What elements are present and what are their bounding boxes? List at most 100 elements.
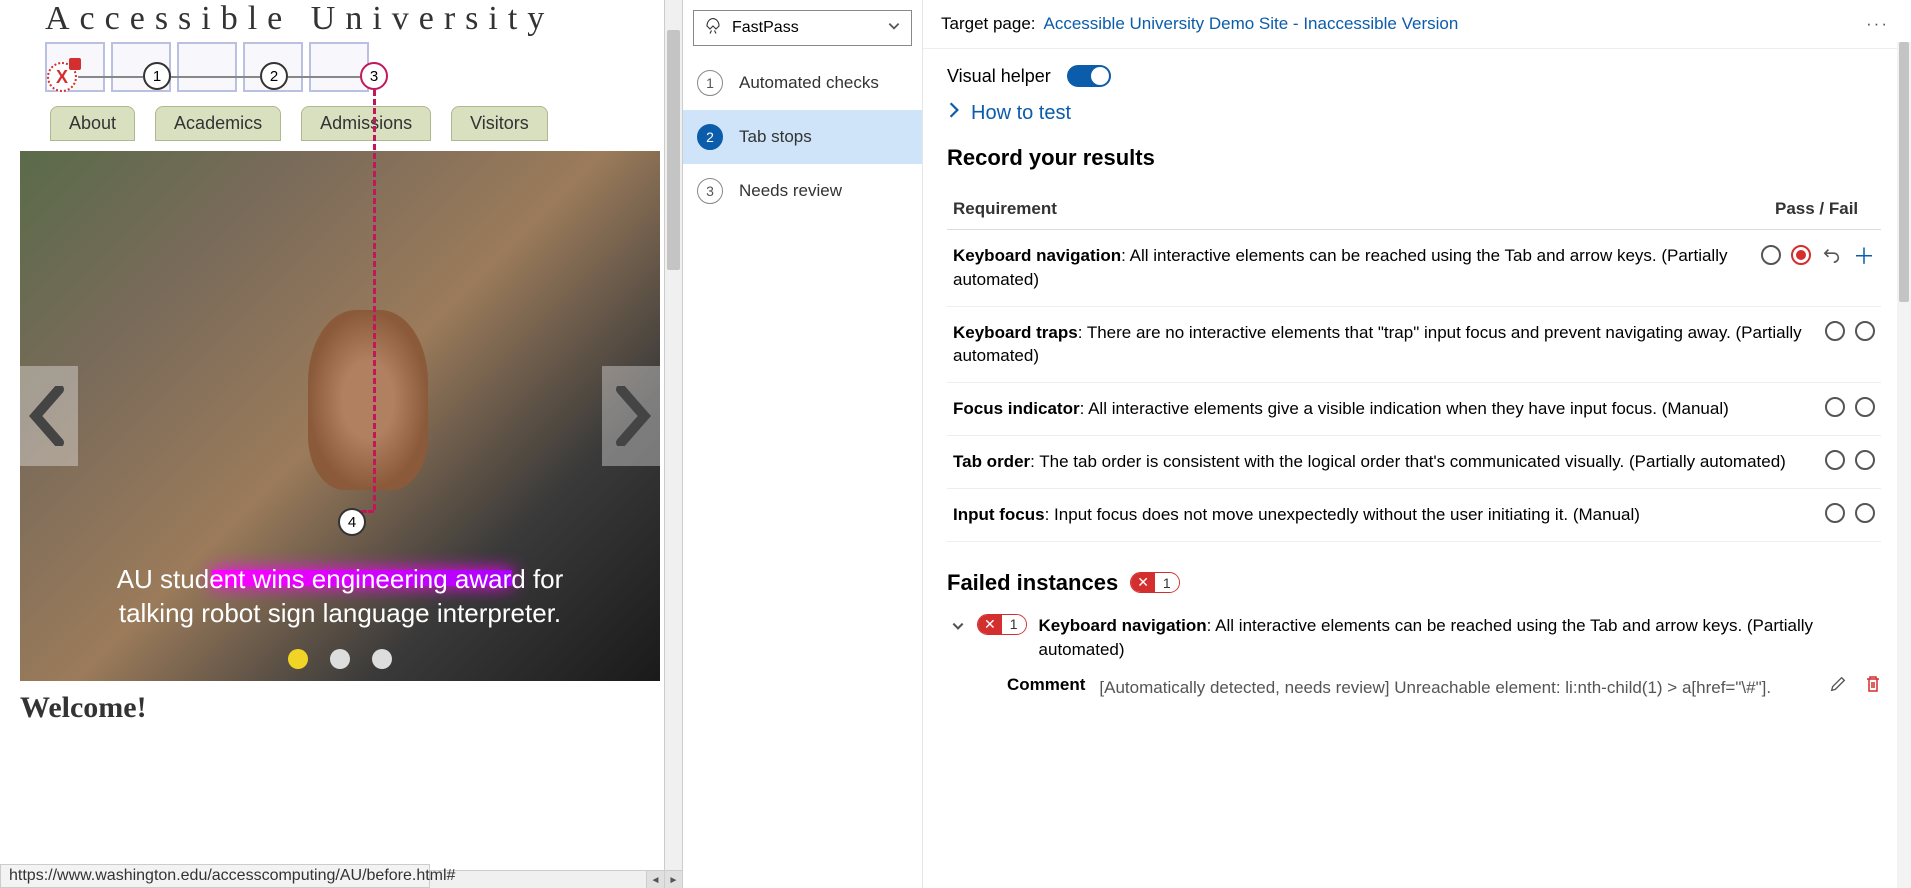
failed-instance-name: Keyboard navigation [1039,616,1207,635]
detail-body: Visual helper How to test Record your re… [923,49,1911,888]
tab-stop-marker: 1 [143,62,171,90]
requirement-desc: : Input focus does not move unexpectedly… [1045,505,1640,524]
how-to-test-expander[interactable]: How to test [947,101,1881,125]
requirement-name: Focus indicator [953,399,1080,418]
record-results-heading: Record your results [947,145,1881,171]
vertical-scrollbar[interactable] [1897,42,1911,888]
pass-radio[interactable] [1825,450,1845,470]
undo-button[interactable] [1821,244,1843,266]
nav-admissions[interactable]: Admissions [301,106,431,141]
vertical-scrollbar[interactable] [664,0,682,870]
requirement-name: Input focus [953,505,1045,524]
requirement-name: Keyboard traps [953,323,1078,342]
target-page-link[interactable]: Accessible University Demo Site - Inacce… [1044,14,1459,34]
logo-icon [309,42,369,92]
scroll-left-icon[interactable]: ◄ [646,871,664,888]
failed-instance-comment: Comment [Automatically detected, needs r… [947,675,1881,701]
carousel-dot[interactable] [330,649,350,669]
failed-instances-heading: Failed instances [947,570,1118,596]
requirement-desc: : All interactive elements give a visibl… [1080,399,1729,418]
requirements-header: Requirement Pass / Fail [947,189,1881,230]
dropdown-label: FastPass [732,19,799,37]
delete-button[interactable] [1865,675,1881,698]
fail-radio[interactable] [1855,321,1875,341]
comment-label: Comment [1007,675,1085,695]
site-logo-icons [20,42,662,106]
carousel-dot[interactable] [372,649,392,669]
carousel-next-button[interactable] [602,366,660,466]
pass-radio[interactable] [1825,397,1845,417]
tab-stop-marker: 2 [260,62,288,90]
chevron-right-icon [611,386,651,446]
x-icon: ✕ [978,615,1002,634]
failed-count-badge: ✕ 1 [1130,572,1180,593]
nav-visitors[interactable]: Visitors [451,106,548,141]
step-label: Automated checks [739,73,879,93]
fastpass-step[interactable]: 1 Automated checks [683,56,922,110]
fastpass-sidebar: FastPass 1 Automated checks 2 Tab stops 3 Nee… [683,0,923,888]
requirement-desc: : There are no interactive elements that… [953,323,1802,366]
requirement-column-header: Requirement [953,199,1775,219]
chevron-down-icon [887,19,901,38]
site-title: Accessible University [20,0,662,42]
fail-radio[interactable] [1855,397,1875,417]
carousel: AU student wins engineering award for ta… [20,151,660,681]
tab-stop-marker-current: 3 [360,62,388,90]
requirement-desc: : The tab order is consistent with the l… [1030,452,1786,471]
requirement-row: Focus indicator: All interactive element… [947,383,1881,436]
expand-button[interactable] [951,618,965,638]
fail-radio[interactable] [1855,503,1875,523]
tab-stop-unreachable-icon: X [47,62,77,92]
carousel-dot[interactable] [288,649,308,669]
chevron-right-icon [947,101,961,125]
site-nav: About Academics Admissions Visitors [20,106,662,151]
error-badge-icon [69,58,81,70]
failed-instance-row: ✕ 1 Keyboard navigation: All interactive… [947,614,1881,663]
carousel-dots [288,649,392,669]
add-instance-button[interactable]: ＋ [1853,244,1875,266]
fastpass-step[interactable]: 2 Tab stops [683,110,922,164]
visual-helper-toggle[interactable] [1067,65,1111,87]
tab-stop-marker: 4 [338,508,366,536]
step-label: Tab stops [739,127,812,147]
step-number: 2 [697,124,723,150]
carousel-prev-button[interactable] [20,366,78,466]
nav-about[interactable]: About [50,106,135,141]
target-page-label: Target page: [941,14,1036,34]
detail-pane: Target page: Accessible University Demo … [923,0,1911,888]
tab-path-line [373,90,376,510]
pass-radio[interactable] [1825,321,1845,341]
requirement-row: Tab order: The tab order is consistent w… [947,436,1881,489]
passfail-column-header: Pass / Fail [1775,199,1875,219]
test-selector-dropdown[interactable]: FastPass [693,10,912,46]
logo-icon [177,42,237,92]
carousel-caption: AU student wins engineering award for ta… [20,563,660,631]
comment-text: [Automatically detected, needs review] U… [1099,675,1815,701]
scroll-right-icon[interactable]: ► [664,871,682,888]
nav-academics[interactable]: Academics [155,106,281,141]
rocket-icon [704,17,722,40]
requirement-row: Keyboard navigation: All interactive ele… [947,230,1881,307]
pass-radio[interactable] [1761,245,1781,265]
fail-radio[interactable] [1855,450,1875,470]
step-label: Needs review [739,181,842,201]
pass-radio[interactable] [1825,503,1845,523]
chevron-left-icon [29,386,69,446]
welcome-heading: Welcome! [0,681,682,725]
status-bar-url: https://www.washington.edu/accesscomputi… [0,864,430,888]
target-page-preview: Accessible University About Academics Ad… [0,0,683,888]
requirement-name: Tab order [953,452,1030,471]
more-menu-button[interactable]: ··· [1862,10,1893,38]
step-number: 3 [697,178,723,204]
extension-panel: FastPass 1 Automated checks 2 Tab stops 3 Nee… [683,0,1911,888]
fail-radio[interactable] [1791,245,1811,265]
step-number: 1 [697,70,723,96]
fastpass-step[interactable]: 3 Needs review [683,164,922,218]
detail-header: Target page: Accessible University Demo … [923,0,1911,49]
visual-helper-label: Visual helper [947,66,1051,87]
requirement-row: Input focus: Input focus does not move u… [947,489,1881,542]
edit-button[interactable] [1829,675,1847,698]
requirement-row: Keyboard traps: There are no interactive… [947,307,1881,384]
requirement-name: Keyboard navigation [953,246,1121,265]
x-icon: ✕ [1131,573,1155,592]
